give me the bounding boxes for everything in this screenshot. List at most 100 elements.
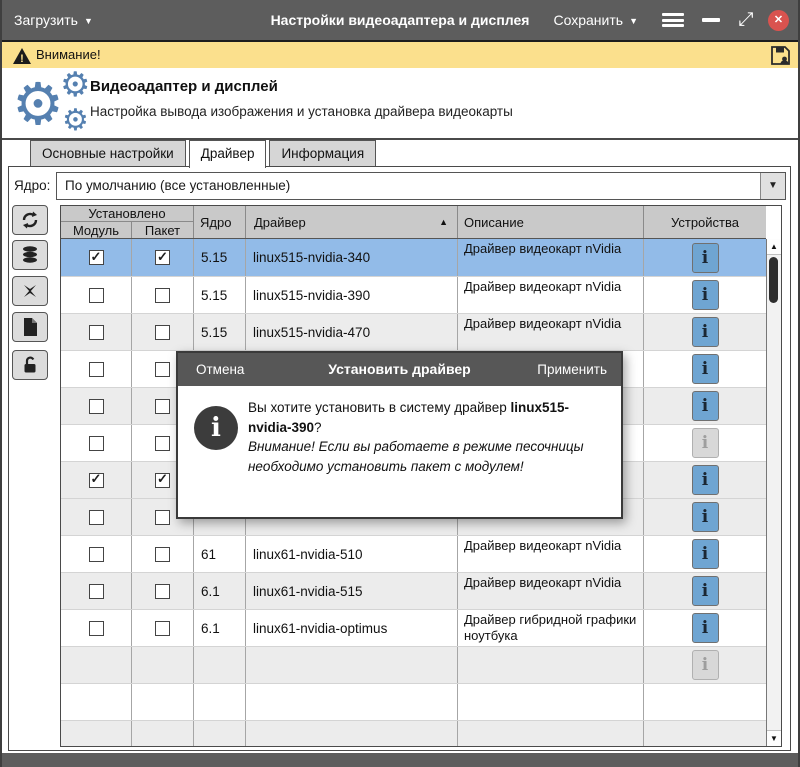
- unlock-button[interactable]: [12, 350, 48, 380]
- save-menu-label: Сохранить: [554, 12, 624, 28]
- module-checkbox[interactable]: [89, 547, 104, 562]
- warning-triangle-icon: !: [12, 47, 32, 70]
- kernel-cell: 6.1: [194, 573, 246, 609]
- scroll-up-icon[interactable]: ▲: [767, 239, 781, 255]
- package-checkbox[interactable]: [155, 547, 170, 562]
- column-header-module[interactable]: Модуль: [61, 222, 132, 238]
- package-checkbox[interactable]: [155, 436, 170, 451]
- module-checkbox[interactable]: [89, 399, 104, 414]
- package-checkbox[interactable]: [155, 621, 170, 636]
- module-checkbox[interactable]: [89, 621, 104, 636]
- table-row[interactable]: 6.1 linux61-nvidia-optimus Драйвер гибри…: [61, 609, 766, 646]
- tab-bar: Основные настройки Драйвер Информация: [30, 140, 376, 168]
- driver-cell: [246, 721, 458, 746]
- save-menu-button[interactable]: Сохранить: [554, 0, 639, 40]
- warning-banner: ! Внимание!: [0, 40, 800, 68]
- table-row[interactable]: 5.15 linux515-nvidia-340 Драйвер видеока…: [61, 239, 766, 276]
- table-header: Установлено Модуль Пакет Ядро Драйвер Оп…: [61, 206, 766, 239]
- package-checkbox[interactable]: [155, 325, 170, 340]
- device-info-button[interactable]: [692, 502, 719, 532]
- tab-main-settings[interactable]: Основные настройки: [30, 140, 186, 166]
- table-row[interactable]: 6.1 linux61-nvidia-515 Драйвер видеокарт…: [61, 572, 766, 609]
- device-info-button[interactable]: [692, 280, 719, 310]
- column-header-description[interactable]: Описание: [458, 206, 644, 238]
- hamburger-menu-icon[interactable]: [662, 13, 684, 27]
- description-cell: Драйвер видеокарт nVidia: [458, 573, 644, 609]
- device-info-button[interactable]: [692, 465, 719, 495]
- module-checkbox[interactable]: [89, 250, 104, 265]
- driver-cell: [246, 684, 458, 720]
- package-checkbox[interactable]: [155, 584, 170, 599]
- module-checkbox[interactable]: [89, 325, 104, 340]
- kernel-select-label: Ядро:: [14, 172, 50, 200]
- device-info-button[interactable]: [692, 243, 719, 273]
- dialog-header: Отмена Установить драйвер Применить: [178, 353, 621, 386]
- table-row[interactable]: 5.15 linux515-nvidia-470 Драйвер видеока…: [61, 313, 766, 350]
- description-cell: Драйвер видеокарт nVidia: [458, 536, 644, 572]
- module-checkbox[interactable]: [89, 362, 104, 377]
- column-header-driver[interactable]: Драйвер: [246, 206, 458, 238]
- kernel-cell: [194, 684, 246, 720]
- info-circle-icon: [194, 406, 238, 450]
- package-checkbox[interactable]: [155, 510, 170, 525]
- package-checkbox[interactable]: [155, 399, 170, 414]
- apply-button[interactable]: Применить: [537, 353, 607, 386]
- table-row[interactable]: 61 linux61-nvidia-510 Драйвер видеокарт …: [61, 535, 766, 572]
- description-cell: [458, 684, 644, 720]
- module-checkbox[interactable]: [89, 473, 104, 488]
- description-cell: Драйвер гибридной графики ноутбука: [458, 610, 644, 646]
- module-checkbox[interactable]: [89, 510, 104, 525]
- table-row[interactable]: 5.15 linux515-nvidia-390 Драйвер видеока…: [61, 276, 766, 313]
- vertical-scrollbar[interactable]: ▲ ▼: [766, 239, 781, 746]
- description-cell: [458, 647, 644, 683]
- kernel-cell: 61: [194, 536, 246, 572]
- merge-button[interactable]: [12, 276, 48, 306]
- device-info-button[interactable]: [692, 650, 719, 680]
- module-checkbox[interactable]: [89, 584, 104, 599]
- column-header-kernel[interactable]: Ядро: [194, 206, 246, 238]
- page-subtitle: Настройка вывода изображения и установка…: [90, 104, 513, 119]
- scroll-down-icon[interactable]: ▼: [767, 730, 781, 746]
- package-checkbox[interactable]: [155, 288, 170, 303]
- combo-dropdown-icon[interactable]: [760, 173, 785, 199]
- device-info-button[interactable]: [692, 613, 719, 643]
- page-header: ⚙ ⚙ ⚙ Видеоадаптер и дисплей Настройка в…: [2, 68, 798, 140]
- file-icon: [21, 317, 39, 337]
- device-info-button[interactable]: [692, 354, 719, 384]
- table-row[interactable]: [61, 683, 766, 720]
- package-checkbox[interactable]: [155, 473, 170, 488]
- close-button[interactable]: ✕: [768, 10, 789, 31]
- gear-icon: ⚙: [12, 76, 64, 134]
- dialog-question-prefix: Вы хотите установить в систему драйвер: [248, 400, 510, 415]
- device-info-button[interactable]: [692, 539, 719, 569]
- tab-driver[interactable]: Драйвер: [189, 140, 267, 168]
- database-button[interactable]: [12, 240, 48, 270]
- column-header-devices[interactable]: Устройства: [644, 206, 766, 238]
- kernel-select[interactable]: По умолчанию (все установленные): [56, 172, 786, 200]
- device-info-button[interactable]: [692, 428, 719, 458]
- package-checkbox[interactable]: [155, 250, 170, 265]
- warning-text: Внимание!: [36, 42, 101, 70]
- description-cell: Драйвер видеокарт nVidia: [458, 277, 644, 313]
- minimize-button[interactable]: [702, 18, 720, 22]
- column-header-package[interactable]: Пакет: [132, 222, 194, 238]
- tab-information[interactable]: Информация: [269, 140, 376, 166]
- module-checkbox[interactable]: [89, 436, 104, 451]
- device-info-button[interactable]: [692, 391, 719, 421]
- table-row[interactable]: [61, 646, 766, 683]
- column-header-installed[interactable]: Установлено: [61, 206, 194, 222]
- device-info-button[interactable]: [692, 576, 719, 606]
- resize-icon[interactable]: ⤢: [734, 8, 758, 32]
- driver-cell: linux515-nvidia-470: [246, 314, 458, 350]
- scrollbar-thumb[interactable]: [769, 257, 778, 303]
- package-checkbox[interactable]: [155, 362, 170, 377]
- refresh-button[interactable]: [12, 205, 48, 235]
- file-button[interactable]: [12, 312, 48, 342]
- unlock-icon: [20, 355, 40, 375]
- table-row[interactable]: [61, 720, 766, 746]
- save-settings-icon[interactable]: [769, 44, 792, 72]
- description-cell: Драйвер видеокарт nVidia: [458, 314, 644, 350]
- module-checkbox[interactable]: [89, 288, 104, 303]
- device-info-button[interactable]: [692, 317, 719, 347]
- description-cell: [458, 721, 644, 746]
